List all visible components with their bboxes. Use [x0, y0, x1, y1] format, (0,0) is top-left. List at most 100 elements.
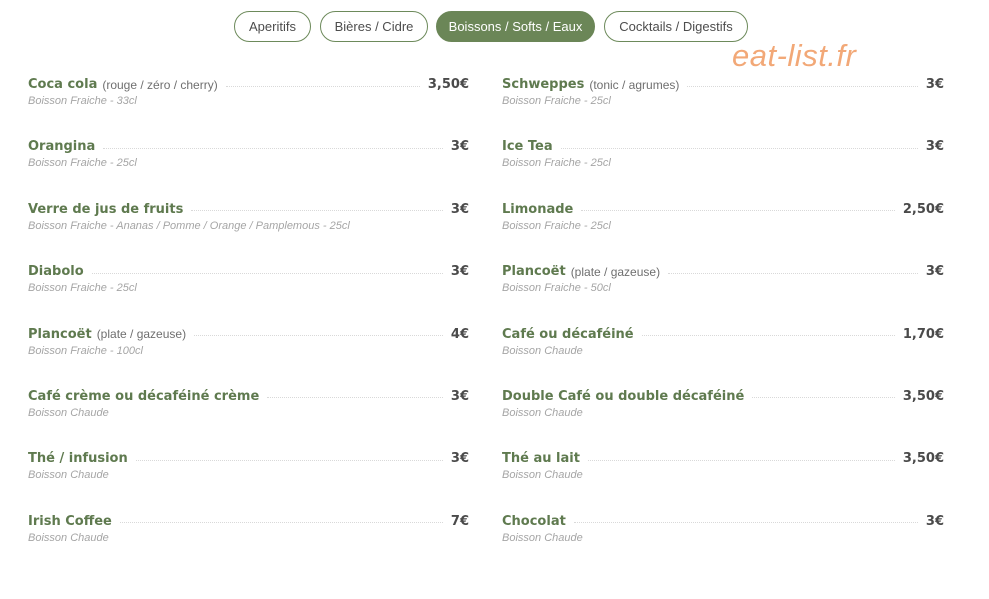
- menu-item-name: Plancoët: [502, 264, 566, 280]
- menu-item-description: Boisson Chaude: [28, 406, 109, 419]
- menu-item-header: Plancoët (plate / gazeuse) 3€: [502, 262, 944, 281]
- menu-item-name: Double Café ou double décaféiné: [502, 388, 745, 404]
- menu-column-left: Coca cola (rouge / zéro / cherry) 3,50€ Boi…: [28, 75, 469, 574]
- dotted-leader: [135, 459, 443, 461]
- dotted-leader: [560, 147, 918, 149]
- menu-item-price: 3€: [450, 264, 469, 280]
- menu-item: Thé / infusion 3€ Boisson Chaude: [28, 449, 469, 511]
- menu-item-price: 3,50€: [427, 77, 469, 92]
- menu-item-header: Schweppes (tonic / agrumes) 3€: [502, 75, 944, 94]
- menu-item-header: Café crème ou décaféiné crème 3€: [28, 387, 469, 406]
- menu-item-header: Orangina 3€: [28, 137, 469, 156]
- menu-item-description: Boisson Chaude: [502, 531, 583, 544]
- menu-item-variants: (plate / gazeuse): [96, 327, 187, 342]
- tab-boissons-softs-eaux[interactable]: Boissons / Softs / Eaux: [436, 11, 595, 42]
- dotted-leader: [194, 335, 443, 337]
- menu-item-description: Boisson Fraiche - 50cl: [502, 282, 611, 295]
- dotted-leader: [119, 522, 443, 524]
- menu-item-price: 1,70€: [902, 326, 944, 342]
- menu-item: Coca cola (rouge / zéro / cherry) 3,50€ Boi…: [28, 75, 469, 137]
- menu-item-name: Schweppes: [502, 77, 585, 92]
- menu-item-name: Thé / infusion: [28, 451, 128, 467]
- menu-item: Orangina 3€ Boisson Fraiche - 25cl: [28, 137, 469, 199]
- menu-item-price: 3€: [450, 451, 469, 467]
- menu-item-description: Boisson Chaude: [502, 344, 583, 357]
- dotted-leader: [581, 210, 895, 212]
- menu-item: Café crème ou décaféiné crème 3€ Boisson C…: [28, 387, 469, 449]
- menu-item: Plancoët (plate / gazeuse) 3€ Boisson Fraic…: [502, 262, 944, 324]
- menu-item: Irish Coffee 7€ Boisson Chaude: [28, 512, 469, 574]
- menu-item-price: 3€: [450, 139, 469, 155]
- menu-item-description: Boisson Fraiche - 100cl: [28, 344, 143, 357]
- menu-item-variants: (rouge / zéro / cherry): [102, 77, 218, 92]
- dotted-leader: [191, 210, 443, 212]
- dotted-leader: [267, 397, 443, 399]
- menu-item-name: Café ou décaféiné: [502, 326, 634, 342]
- menu-item: Café ou décaféiné 1,70€ Boisson Chaude: [502, 325, 944, 387]
- menu-item-price: 3€: [450, 201, 469, 217]
- dotted-leader: [668, 272, 918, 274]
- tab-aperitifs[interactable]: Aperitifs: [234, 11, 311, 42]
- menu-item-description: Boisson Chaude: [28, 469, 109, 482]
- menu-item-name: Diabolo: [28, 264, 84, 280]
- menu-item-name: Irish Coffee: [28, 513, 112, 529]
- menu-item-header: Chocolat 3€: [502, 512, 944, 531]
- dotted-leader: [641, 335, 895, 337]
- tab-bieres-cidre[interactable]: Bières / Cidre: [320, 11, 428, 42]
- menu-item-variants: (tonic / agrumes): [589, 77, 680, 92]
- menu-item-header: Ice Tea 3€: [502, 137, 944, 156]
- menu-item-header: Café ou décaféiné 1,70€: [502, 325, 944, 344]
- dotted-leader: [573, 522, 918, 524]
- menu-item-price: 3€: [925, 513, 944, 529]
- dotted-leader: [587, 459, 895, 461]
- dotted-leader: [91, 272, 443, 274]
- menu-item: Chocolat 3€ Boisson Chaude: [502, 512, 944, 574]
- menu-item-name: Orangina: [28, 139, 96, 155]
- menu-item-price: 2,50€: [902, 201, 944, 217]
- dotted-leader: [225, 85, 420, 87]
- dotted-leader: [103, 147, 443, 149]
- menu-item-name: Ice Tea: [502, 139, 553, 155]
- menu-item-variants: (plate / gazeuse): [570, 264, 661, 279]
- menu-item-price: 4€: [450, 326, 469, 342]
- menu-item: Diabolo 3€ Boisson Fraiche - 25cl: [28, 262, 469, 324]
- menu-item-header: Verre de jus de fruits 3€: [28, 200, 469, 219]
- tab-cocktails-digestifs[interactable]: Cocktails / Digestifs: [604, 11, 748, 42]
- menu-item-description: Boisson Fraiche - 25cl: [28, 282, 137, 295]
- menu-item-description: Boisson Fraiche - 25cl: [502, 219, 611, 232]
- menu-item-price: 3€: [925, 139, 944, 155]
- menu-item-description: Boisson Chaude: [502, 406, 583, 419]
- menu-item-header: Thé au lait 3,50€: [502, 449, 944, 468]
- menu-item-header: Irish Coffee 7€: [28, 512, 469, 531]
- menu-item-price: 7€: [450, 513, 469, 529]
- menu-item-description: Boisson Fraiche - 25cl: [28, 157, 137, 170]
- menu-item-header: Limonade 2,50€: [502, 200, 944, 219]
- menu-item: Thé au lait 3,50€ Boisson Chaude: [502, 449, 944, 511]
- watermark-logo: eat-list.fr: [732, 38, 857, 73]
- menu-item: Double Café ou double décaféiné 3,50€ Bois…: [502, 387, 944, 449]
- menu-item-description: Boisson Chaude: [502, 469, 583, 482]
- menu-item: Verre de jus de fruits 3€ Boisson Fraiche …: [28, 200, 469, 262]
- dotted-leader: [752, 397, 895, 399]
- menu-item-description: Boisson Chaude: [28, 531, 109, 544]
- menu-item-name: Limonade: [502, 201, 574, 217]
- dotted-leader: [687, 85, 918, 87]
- menu-item-description: Boisson Fraiche - Ananas / Pomme / Orang…: [28, 219, 350, 232]
- menu-column-right: Schweppes (tonic / agrumes) 3€ Boisson Frai…: [502, 75, 944, 574]
- menu-item-description: Boisson Fraiche - 33cl: [28, 95, 137, 107]
- menu-item-name: Thé au lait: [502, 451, 580, 467]
- menu-item: Schweppes (tonic / agrumes) 3€ Boisson Frai…: [502, 75, 944, 137]
- menu-item: Plancoët (plate / gazeuse) 4€ Boisson Fraic…: [28, 325, 469, 387]
- menu-item-price: 3€: [925, 264, 944, 280]
- menu-item-name: Café crème ou décaféiné crème: [28, 388, 260, 404]
- menu-item-price: 3€: [450, 388, 469, 404]
- menu-item-header: Coca cola (rouge / zéro / cherry) 3,50€: [28, 75, 469, 94]
- menu-item-name: Chocolat: [502, 513, 566, 529]
- menu-item: Ice Tea 3€ Boisson Fraiche - 25cl: [502, 137, 944, 199]
- menu-item-name: Verre de jus de fruits: [28, 201, 184, 217]
- menu-item-header: Diabolo 3€: [28, 262, 469, 281]
- menu-item-name: Coca cola: [28, 77, 98, 92]
- menu-item-header: Plancoët (plate / gazeuse) 4€: [28, 325, 469, 344]
- menu-item-name: Plancoët: [28, 326, 92, 342]
- menu-item: Limonade 2,50€ Boisson Fraiche - 25cl: [502, 200, 944, 262]
